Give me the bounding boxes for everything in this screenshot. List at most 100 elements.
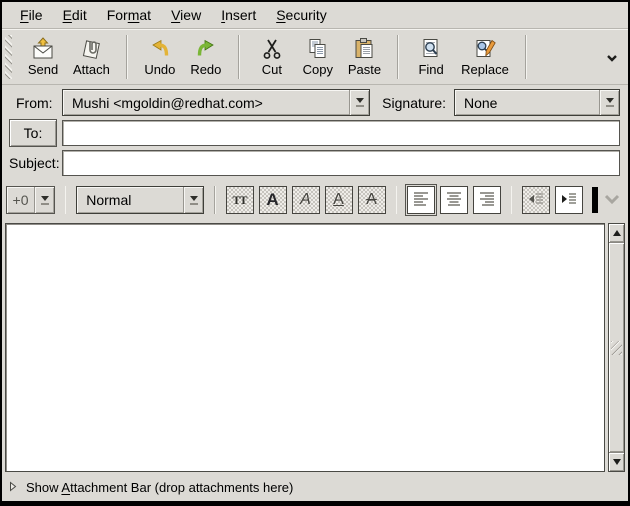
from-row: From: Mushi <mgoldin@redhat.com> Signatu… <box>9 89 620 116</box>
attach-button[interactable]: Attach <box>66 35 117 79</box>
strikethrough-toggle-button[interactable]: A <box>358 186 386 214</box>
replace-button[interactable]: Replace <box>454 35 516 79</box>
vertical-scrollbar <box>608 223 625 472</box>
paragraph-style-combobox[interactable]: Normal <box>76 186 204 214</box>
underline-toggle-button[interactable]: A <box>325 186 353 214</box>
send-button[interactable]: Send <box>20 35 66 79</box>
unindent-button[interactable] <box>522 186 550 214</box>
triangle-down-icon <box>356 98 364 103</box>
attachment-bar-label: Show Attachment Bar (drop attachments he… <box>26 480 293 495</box>
subject-input[interactable] <box>62 150 620 176</box>
bold-icon: A <box>266 190 278 210</box>
align-center-icon <box>444 189 464 212</box>
triangle-down-icon <box>606 98 614 103</box>
align-right-icon <box>477 189 497 212</box>
redo-button[interactable]: Redo <box>183 35 229 79</box>
toolbar-separator <box>397 35 399 79</box>
redo-icon <box>194 37 218 61</box>
find-button[interactable]: Find <box>408 35 454 79</box>
chevron-down-icon <box>606 49 618 65</box>
find-icon <box>419 37 443 61</box>
font-size-value: +0 <box>7 187 34 213</box>
toolbar-drag-handle[interactable] <box>5 35 12 79</box>
typewriter-toggle-button[interactable]: TT <box>226 186 254 214</box>
paragraph-style-dropdown-button[interactable] <box>183 187 203 213</box>
menu-security[interactable]: Security <box>266 4 337 26</box>
redo-label: Redo <box>190 62 221 77</box>
align-right-button[interactable] <box>473 186 501 214</box>
scroll-up-button[interactable] <box>609 224 624 243</box>
indent-icon <box>559 189 579 212</box>
paste-button[interactable]: Paste <box>341 35 388 79</box>
find-label: Find <box>418 62 443 77</box>
cut-label: Cut <box>262 62 282 77</box>
to-button[interactable]: To: <box>9 119 57 147</box>
attach-icon <box>79 37 103 61</box>
signature-combobox[interactable]: None <box>454 89 620 116</box>
strikethrough-icon: A <box>366 191 377 209</box>
subject-row: Subject: <box>9 150 620 176</box>
undo-icon <box>148 37 172 61</box>
scrollbar-thumb[interactable] <box>609 243 624 452</box>
toolbar-overflow-button[interactable] <box>602 45 622 69</box>
italic-toggle-button[interactable]: A <box>292 186 320 214</box>
signature-value: None <box>455 90 599 115</box>
format-separator <box>511 186 512 214</box>
signature-label: Signature: <box>382 95 446 111</box>
editor-area <box>2 221 628 474</box>
align-center-button[interactable] <box>440 186 468 214</box>
font-size-dropdown-button[interactable] <box>34 187 54 213</box>
menubar: File Edit Format View Insert Security <box>2 2 628 29</box>
format-toolbar: +0 Normal TT A A A A <box>2 179 628 221</box>
menu-view[interactable]: View <box>161 4 211 26</box>
copy-label: Copy <box>303 62 333 77</box>
undo-label: Undo <box>144 62 175 77</box>
copy-button[interactable]: Copy <box>295 35 341 79</box>
header-fields: From: Mushi <mgoldin@redhat.com> Signatu… <box>2 85 628 179</box>
composer-window: File Edit Format View Insert Security Se… <box>0 0 630 506</box>
arrow-down-icon <box>613 459 621 465</box>
cut-icon <box>260 37 284 61</box>
undo-button[interactable]: Undo <box>137 35 183 79</box>
menu-edit[interactable]: Edit <box>53 4 97 26</box>
message-body-editor[interactable] <box>5 223 605 472</box>
paragraph-style-value: Normal <box>77 187 183 213</box>
arrow-up-icon <box>613 230 621 236</box>
bold-toggle-button[interactable]: A <box>259 186 287 214</box>
from-label: From: <box>9 95 62 111</box>
italic-icon: A <box>300 191 311 209</box>
align-left-icon <box>411 189 431 212</box>
signature-dropdown-button[interactable] <box>599 90 619 115</box>
format-separator <box>396 186 397 214</box>
menu-insert[interactable]: Insert <box>211 4 266 26</box>
chevron-down-icon <box>603 192 621 208</box>
cut-button[interactable]: Cut <box>249 35 295 79</box>
send-icon <box>31 37 55 61</box>
scroll-down-button[interactable] <box>609 452 624 471</box>
font-size-combobox[interactable]: +0 <box>6 186 55 214</box>
text-color-swatch[interactable] <box>592 187 598 213</box>
format-overflow-button[interactable] <box>603 192 623 208</box>
toolbar-separator <box>238 35 240 79</box>
subject-label: Subject: <box>9 155 62 171</box>
main-toolbar: Send Attach Undo Redo <box>2 29 628 85</box>
show-attachment-bar-toggle[interactable]: Show Attachment Bar (drop attachments he… <box>2 474 628 501</box>
from-dropdown-button[interactable] <box>349 90 369 115</box>
toolbar-separator <box>126 35 128 79</box>
to-input[interactable] <box>62 120 620 146</box>
unindent-icon <box>526 189 546 212</box>
paste-label: Paste <box>348 62 381 77</box>
triangle-down-icon <box>190 196 198 201</box>
copy-icon <box>306 37 330 61</box>
format-separator <box>65 186 66 214</box>
paste-icon <box>352 37 376 61</box>
menu-format[interactable]: Format <box>97 4 161 26</box>
align-left-button[interactable] <box>407 186 435 214</box>
from-combobox[interactable]: Mushi <mgoldin@redhat.com> <box>62 89 370 116</box>
underline-icon: A <box>333 191 344 209</box>
format-separator <box>214 186 215 214</box>
indent-button[interactable] <box>555 186 583 214</box>
menu-file[interactable]: File <box>10 4 53 26</box>
send-label: Send <box>28 62 58 77</box>
expander-triangle-icon <box>9 480 17 495</box>
